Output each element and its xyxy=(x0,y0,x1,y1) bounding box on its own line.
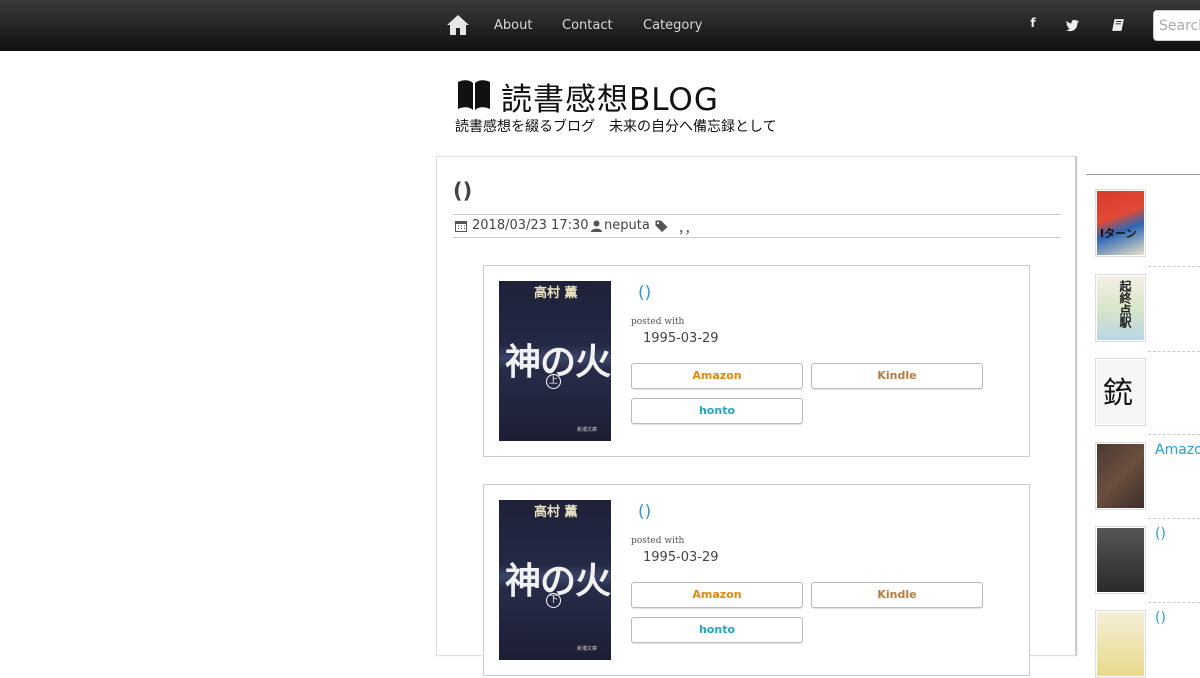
nav-category[interactable]: Category xyxy=(643,18,702,33)
sidebar-book-thumb[interactable]: 起終点駅 xyxy=(1095,274,1146,342)
facebook-icon[interactable]: f xyxy=(1026,16,1040,32)
cover-publisher: 新潮文庫 xyxy=(577,427,598,433)
thumb-title: Iターン xyxy=(1100,227,1137,240)
cover-volume: 上 xyxy=(546,374,561,389)
sidebar-book-thumb[interactable]: 銃 xyxy=(1095,358,1146,426)
sidebar-book-thumb[interactable]: Iターン xyxy=(1095,189,1146,257)
site-subtitle: 読書感想を綴るブログ 未来の自分へ備忘録として xyxy=(455,119,777,135)
site-title: 読書感想BLOG xyxy=(501,82,719,118)
amazon-button[interactable]: Amazon xyxy=(631,363,803,389)
book-title-link[interactable]: () xyxy=(638,283,651,303)
sidebar-divider xyxy=(1086,174,1200,175)
publish-date: 1995-03-29 xyxy=(643,331,719,346)
book-cover[interactable]: 高村 薫 神の火 下 新潮文庫 xyxy=(499,500,611,660)
post-tags[interactable]: ，， xyxy=(678,218,698,237)
book-card: 高村 薫 神の火 下 新潮文庫 () posted with 1995-03-2… xyxy=(483,484,1030,676)
thumb-title: 銃 xyxy=(1103,376,1133,411)
honto-button[interactable]: honto xyxy=(631,617,803,643)
user-icon xyxy=(591,220,602,232)
thumb-title: 起終点駅 xyxy=(1118,280,1132,328)
sidebar-book-thumb[interactable] xyxy=(1095,442,1146,510)
sidebar-separator xyxy=(1148,266,1200,267)
site-logo[interactable]: 読書感想BLOG 読書感想を綴るブログ 未来の自分へ備忘録として xyxy=(447,68,804,138)
tag-icon xyxy=(655,220,668,232)
sidebar-link[interactable]: () xyxy=(1155,526,1166,542)
publish-date: 1995-03-29 xyxy=(643,550,719,565)
cover-volume: 下 xyxy=(546,593,561,608)
sidebar-separator xyxy=(1148,351,1200,352)
posted-with: posted with xyxy=(631,317,685,327)
top-navbar: About Contact Category f xyxy=(0,0,1200,51)
kindle-button[interactable]: Kindle xyxy=(811,363,983,389)
twitter-icon[interactable] xyxy=(1066,17,1080,33)
post-author[interactable]: neputa xyxy=(604,218,650,233)
sidebar-separator xyxy=(1148,602,1200,603)
book-cover[interactable]: 高村 薫 神の火 上 新潮文庫 xyxy=(499,281,611,441)
cover-author: 高村 薫 xyxy=(534,286,578,301)
sidebar-book-thumb[interactable] xyxy=(1095,610,1146,678)
home-icon[interactable] xyxy=(446,14,470,36)
open-book-icon xyxy=(458,80,490,110)
calendar-icon xyxy=(455,221,467,232)
nav-contact[interactable]: Contact xyxy=(562,18,613,33)
cover-author: 高村 薫 xyxy=(534,505,578,520)
post-title: () xyxy=(453,179,473,203)
book-icon[interactable] xyxy=(1111,17,1125,33)
sidebar-link[interactable]: Amazo xyxy=(1155,442,1200,458)
kindle-button[interactable]: Kindle xyxy=(811,582,983,608)
book-card: 高村 薫 神の火 上 新潮文庫 () posted with 1995-03-2… xyxy=(483,265,1030,457)
sidebar: Iターン 起終点駅 銃 Amazo () () xyxy=(1086,170,1200,678)
nav-about[interactable]: About xyxy=(494,18,532,33)
sidebar-separator xyxy=(1148,518,1200,519)
honto-button[interactable]: honto xyxy=(631,398,803,424)
book-title-link[interactable]: () xyxy=(638,502,651,522)
main-content: () 2018/03/23 17:30 neputa ，， 高村 薫 神の火 上… xyxy=(436,156,1077,676)
post-meta: 2018/03/23 17:30 neputa ，， xyxy=(453,214,1061,238)
sidebar-book-thumb[interactable] xyxy=(1095,526,1146,594)
cover-publisher: 新潮文庫 xyxy=(577,646,598,652)
sidebar-separator xyxy=(1148,434,1200,435)
search-input[interactable] xyxy=(1153,10,1200,41)
posted-with: posted with xyxy=(631,536,685,546)
sidebar-link[interactable]: () xyxy=(1155,610,1166,626)
post-date: 2018/03/23 17:30 xyxy=(472,218,589,233)
amazon-button[interactable]: Amazon xyxy=(631,582,803,608)
